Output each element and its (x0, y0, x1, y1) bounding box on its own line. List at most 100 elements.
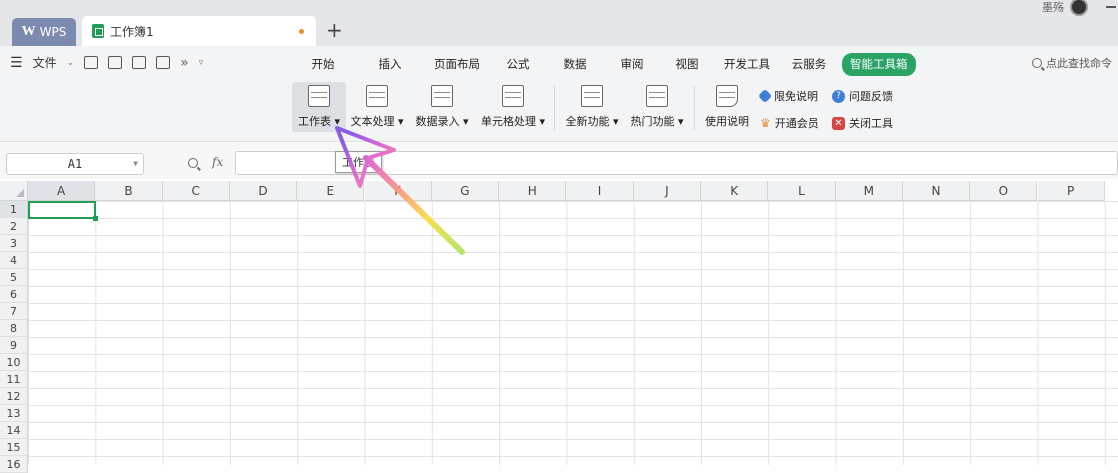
row-header[interactable]: 6 (0, 286, 28, 303)
tab-review[interactable]: 审阅 (604, 52, 660, 76)
hamburger-icon[interactable]: ☰ (10, 55, 23, 71)
spreadsheet-icon (92, 24, 104, 38)
tab-developer[interactable]: 开发工具 (718, 52, 776, 76)
tab-data[interactable]: 数据 (548, 52, 602, 76)
text-processing-label: 文本处理 (350, 115, 395, 128)
new-features-label: 全新功能 (565, 115, 610, 128)
chevron-down-icon[interactable]: ⌄ (67, 58, 75, 68)
ribbon-panel: 工作表 ▾ 文本处理 ▾ 数据录入 ▾ 单元格处理 ▾ 全新功能 ▾ 热门功能 … (0, 80, 1118, 142)
row-header[interactable]: 4 (0, 252, 28, 269)
unsaved-indicator (299, 29, 304, 34)
column-header[interactable]: H (499, 181, 567, 201)
column-header[interactable]: D (229, 181, 298, 201)
select-all-corner[interactable] (0, 181, 28, 201)
column-header[interactable]: J (633, 181, 701, 201)
column-header[interactable]: F (364, 181, 432, 201)
feedback-link[interactable]: ? 问题反馈 (832, 88, 893, 104)
tag-icon (757, 88, 773, 104)
menu-row: ☰ 文件 ⌄ » ▿ 开始 插入 页面布局 公式 数据 审阅 视图 开发工具 云… (0, 46, 1118, 80)
column-header[interactable]: B (95, 181, 163, 201)
title-bar: W WPS 工作簿1 + 墨殇 (0, 0, 1118, 46)
column-header[interactable]: C (162, 181, 230, 201)
row-header[interactable]: 13 (0, 405, 28, 422)
row-header[interactable]: 11 (0, 371, 28, 388)
tab-formulas[interactable]: 公式 (492, 52, 544, 76)
document-tab-label: 工作簿1 (110, 24, 154, 39)
name-box[interactable]: A1 ▼ (6, 153, 144, 175)
row-header[interactable]: 10 (0, 354, 28, 371)
function-icon[interactable]: fx (212, 155, 223, 169)
column-header[interactable]: O (970, 181, 1038, 201)
row-header[interactable]: 5 (0, 269, 28, 286)
row-header[interactable]: 7 (0, 303, 28, 320)
data-entry-button[interactable]: 数据录入 ▾ (412, 82, 472, 132)
column-header[interactable]: A (28, 181, 96, 201)
minimize-icon[interactable] (1106, 6, 1116, 8)
wps-tab-label: WPS (39, 25, 67, 39)
tab-insert[interactable]: 插入 (358, 52, 422, 76)
name-box-value: A1 (67, 157, 83, 171)
tab-view[interactable]: 视图 (660, 52, 714, 76)
tab-home[interactable]: 开始 (300, 52, 346, 76)
ribbon-divider (694, 86, 695, 130)
tab-smart-toolbox[interactable]: 智能工具箱 (842, 53, 916, 76)
question-icon: ? (832, 89, 845, 103)
open-folder-icon[interactable] (84, 56, 99, 69)
row-header[interactable]: 12 (0, 388, 28, 405)
active-cell-selection[interactable] (28, 201, 98, 221)
worksheet-button[interactable]: 工作表 ▾ (292, 82, 346, 132)
column-header[interactable]: L (768, 181, 836, 201)
new-tab-button[interactable]: + (326, 18, 343, 42)
worksheet-icon (308, 85, 330, 107)
command-search-label: 点此查找命令 (1046, 57, 1112, 70)
cell-grid-icon (502, 85, 524, 107)
zoom-icon[interactable] (188, 157, 198, 171)
column-header[interactable]: M (835, 181, 903, 201)
user-guide-button[interactable]: 使用说明 (702, 82, 752, 132)
new-features-button[interactable]: 全新功能 ▾ (562, 82, 622, 132)
membership-label: 开通会员 (774, 117, 819, 130)
text-edit-icon (366, 85, 388, 107)
row-header[interactable]: 15 (0, 439, 28, 456)
row-header[interactable]: 3 (0, 235, 28, 252)
cell-processing-label: 单元格处理 (480, 115, 536, 128)
column-header[interactable]: I (566, 181, 634, 201)
crown-icon: ♛ (760, 116, 771, 130)
row-header[interactable]: 8 (0, 320, 28, 337)
spreadsheet-grid[interactable]: ABCDEFGHIJKLMNOP 1 2 3 4 5 6 7 8 9 10 11 12 13 14 15 16 (0, 181, 1118, 473)
column-header[interactable]: K (701, 181, 769, 201)
cell-area[interactable] (28, 201, 1118, 465)
column-header[interactable]: P (1037, 181, 1105, 201)
print-icon[interactable] (132, 56, 147, 69)
more-menu-button[interactable]: » (180, 55, 189, 71)
document-tab[interactable]: 工作簿1 (82, 16, 316, 46)
row-header[interactable]: 9 (0, 337, 28, 354)
wps-home-tab[interactable]: W WPS (12, 18, 76, 46)
user-area[interactable]: 墨殇 (1042, 0, 1088, 16)
calendar-icon (431, 85, 453, 107)
column-header[interactable]: G (431, 181, 500, 201)
row-header[interactable]: 14 (0, 422, 28, 439)
free-trial-label: 限免说明 (774, 90, 818, 103)
command-search[interactable]: 点此查找命令 (1032, 55, 1112, 71)
row-header[interactable]: 1 (0, 201, 28, 218)
column-header[interactable]: N (902, 181, 971, 201)
tab-page-layout[interactable]: 页面布局 (426, 52, 488, 76)
text-processing-button[interactable]: 文本处理 ▾ (348, 82, 406, 132)
ribbon-divider (554, 86, 555, 130)
column-header[interactable]: E (297, 181, 365, 201)
cell-processing-button[interactable]: 单元格处理 ▾ (478, 82, 548, 132)
row-header[interactable]: 2 (0, 218, 28, 235)
customize-toolbar-icon[interactable]: ▿ (199, 58, 204, 68)
print-preview-icon[interactable] (156, 56, 171, 69)
save-icon[interactable] (108, 56, 123, 69)
tab-cloud[interactable]: 云服务 (780, 52, 838, 76)
search-icon (1032, 58, 1042, 68)
free-trial-link[interactable]: 限免说明 (757, 88, 818, 104)
close-tool-link[interactable]: ✕ 关闭工具 (832, 115, 893, 131)
membership-link[interactable]: ♛ 开通会员 (760, 115, 819, 131)
chevron-down-icon[interactable]: ▼ (133, 154, 138, 174)
file-menu[interactable]: 文件 (33, 54, 57, 71)
avatar[interactable] (1070, 0, 1088, 16)
hot-features-button[interactable]: 热门功能 ▾ (628, 82, 686, 132)
